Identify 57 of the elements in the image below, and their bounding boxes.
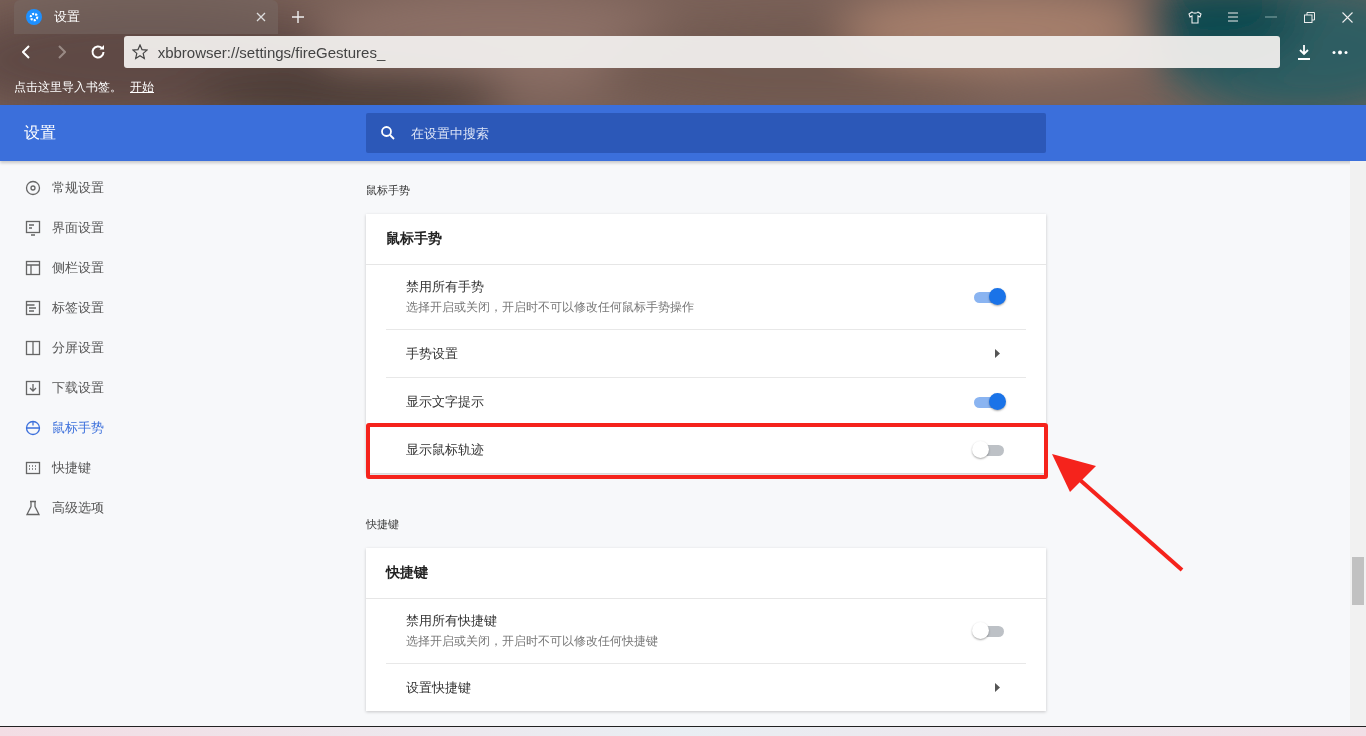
download-icon[interactable] <box>1297 44 1312 60</box>
page-title: 设置 <box>23 122 57 143</box>
setting-title: 禁用所有手势 <box>406 278 485 296</box>
section-label: 快捷键 <box>366 517 400 532</box>
layout-icon <box>25 260 41 276</box>
forward-icon[interactable] <box>57 45 66 59</box>
close-icon[interactable] <box>1341 11 1353 23</box>
browser-tab[interactable]: 设置 <box>14 0 278 34</box>
start-link[interactable]: 开始 <box>130 79 154 96</box>
card-title: 快捷键 <box>366 548 1046 599</box>
search-field[interactable]: 在设置中搜索 <box>366 113 1046 153</box>
sidebar-item[interactable]: 标签设置 <box>0 288 366 328</box>
section-label: 鼠标手势 <box>366 183 411 198</box>
setting-title: 设置快捷键 <box>406 678 472 697</box>
setting-title: 显示鼠标轨迹 <box>406 440 485 459</box>
sidebar-item[interactable]: 鼠标手势 <box>0 408 366 448</box>
star-icon[interactable] <box>131 44 148 60</box>
sidebar-item[interactable]: 高级选项 <box>0 488 366 528</box>
sidebar-item[interactable]: 界面设置 <box>0 208 366 248</box>
reload-icon[interactable] <box>89 44 106 60</box>
sidebar-item[interactable]: 分屏设置 <box>0 328 366 368</box>
setting-title: 禁用所有快捷键 <box>406 612 498 630</box>
scrollbar[interactable] <box>1350 161 1366 726</box>
caret-icon[interactable] <box>995 349 1000 358</box>
caret-icon[interactable] <box>995 683 1000 692</box>
setting-description: 选择开启或关闭，开启时不可以修改任何鼠标手势操作 <box>406 299 695 316</box>
card-title: 鼠标手势 <box>366 214 1046 265</box>
keyboard-icon <box>25 460 41 476</box>
restore-icon[interactable] <box>1303 11 1315 23</box>
toggle-switch[interactable] <box>972 391 1006 412</box>
sidebar-item[interactable]: 快捷键 <box>0 448 366 488</box>
back-icon[interactable] <box>21 45 30 59</box>
sidebar-item[interactable]: 侧栏设置 <box>0 248 366 288</box>
sidebar-item[interactable]: 下载设置 <box>0 368 366 408</box>
more-icon[interactable] <box>1332 49 1349 55</box>
import-bookmarks-text: 点击这里导入书签。 <box>14 79 122 96</box>
menu-icon[interactable] <box>1227 12 1239 22</box>
split-icon <box>25 340 41 356</box>
download-icon <box>25 380 41 396</box>
address-field[interactable]: xbbrowser://settings/fireGestures_ <box>157 43 386 61</box>
monitor-icon <box>25 220 41 236</box>
target-icon <box>25 180 41 196</box>
search-icon <box>381 126 395 140</box>
shirt-icon[interactable] <box>1188 10 1202 24</box>
mouse-icon <box>25 420 41 436</box>
close-icon[interactable] <box>256 12 266 22</box>
setting-title: 手势设置 <box>406 344 459 363</box>
toggle-switch[interactable] <box>972 621 1006 641</box>
gear-icon <box>26 9 42 25</box>
list-icon <box>25 300 41 316</box>
flask-icon <box>25 500 41 516</box>
setting-description: 选择开启或关闭，开启时不可以修改任何快捷键 <box>406 633 659 650</box>
toggle-switch[interactable] <box>972 439 1006 460</box>
setting-title: 显示文字提示 <box>406 392 485 411</box>
sidebar-item[interactable]: 常规设置 <box>0 168 366 208</box>
toggle-switch[interactable] <box>972 287 1006 307</box>
plus-icon[interactable] <box>292 11 304 23</box>
